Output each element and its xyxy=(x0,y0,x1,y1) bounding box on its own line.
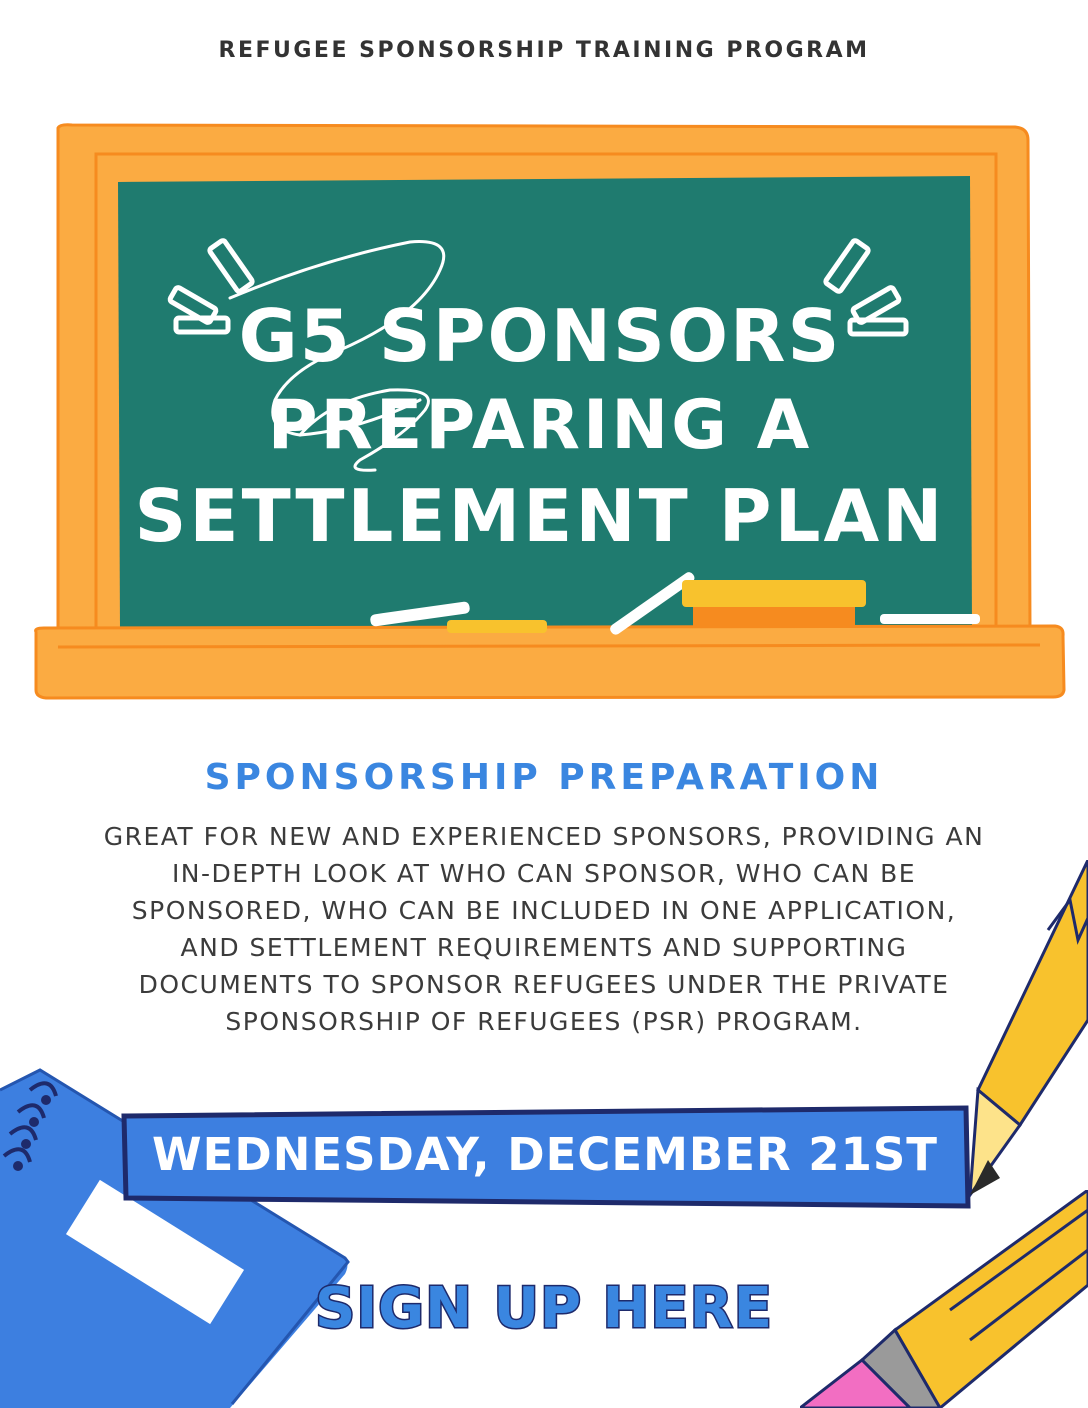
section-heading: SPONSORSHIP PREPARATION xyxy=(204,757,884,798)
description-text: GREAT FOR NEW AND EXPERIENCED SPONSORS, … xyxy=(103,822,985,1036)
flyer-page: REFUGEE SPONSORSHIP TRAINING PROGRAM G5 … xyxy=(0,0,1088,1408)
program-label: REFUGEE SPONSORSHIP TRAINING PROGRAM xyxy=(218,38,870,63)
board-title-line-1: G5 SPONSORS xyxy=(238,294,842,378)
board-title-line-3: SETTLEMENT PLAN xyxy=(134,474,946,558)
event-date: WEDNESDAY, DECEMBER 21ST xyxy=(151,1128,939,1181)
board-title-line-2: PREPARING A xyxy=(267,386,813,465)
chalk-eraser xyxy=(682,580,866,628)
sign-up-link[interactable]: SIGN UP HERE xyxy=(0,1275,1088,1343)
pencil-icon xyxy=(968,860,1088,1200)
